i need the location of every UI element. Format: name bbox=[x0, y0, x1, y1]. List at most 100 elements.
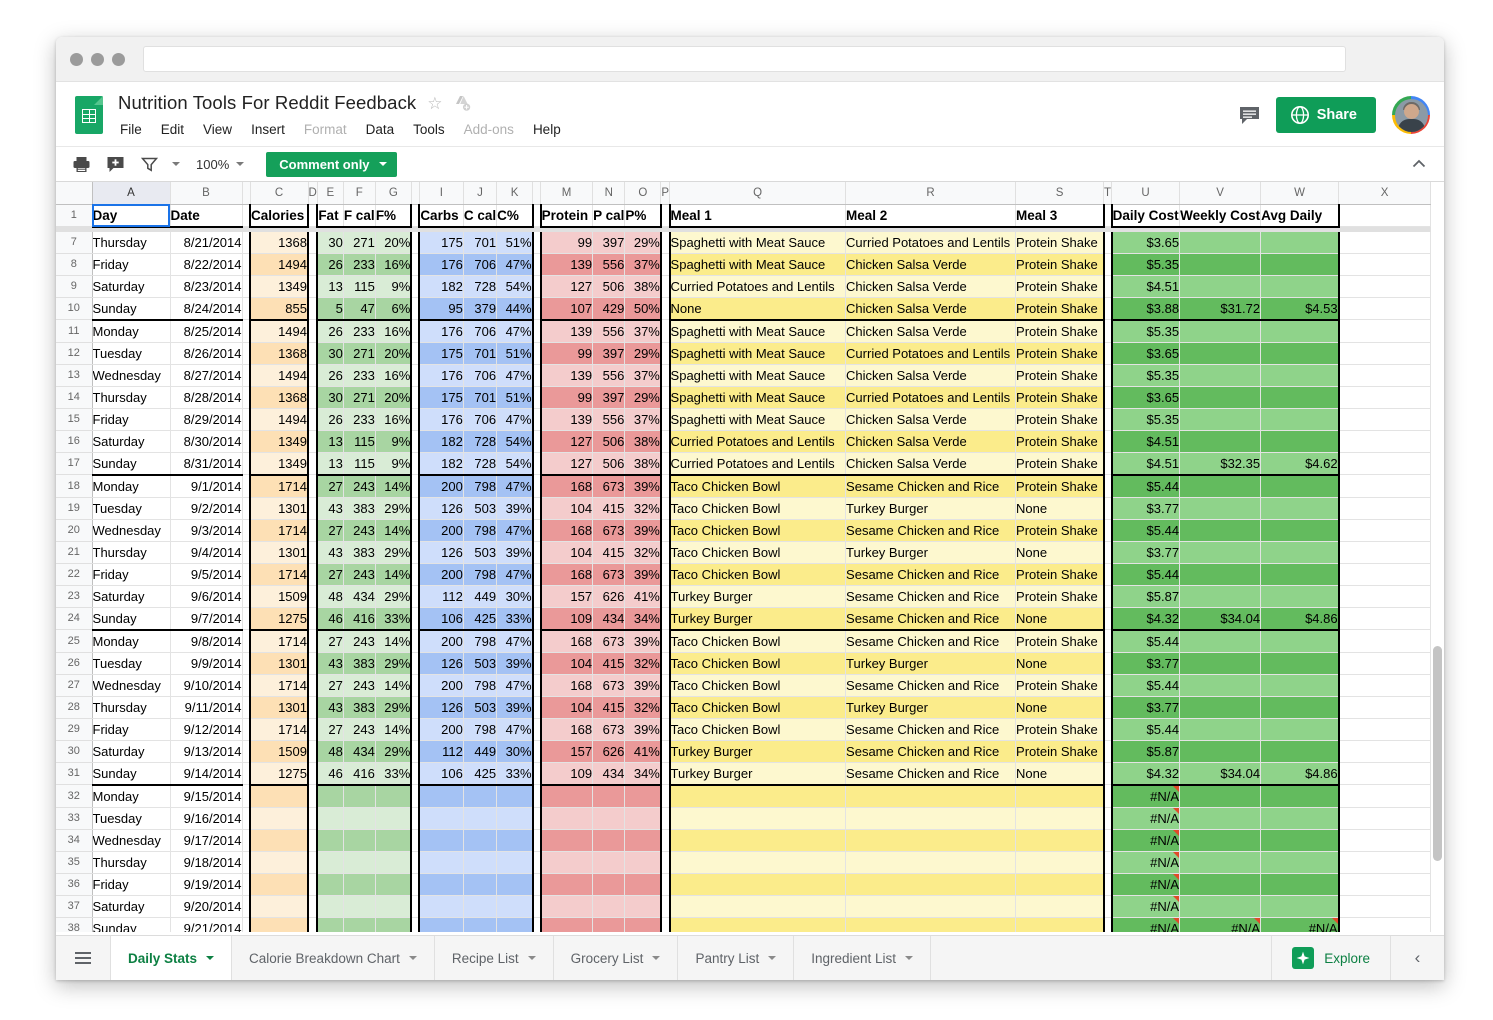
cell-meal3[interactable]: Protein Shake bbox=[1015, 253, 1105, 276]
cell-meal1[interactable]: Taco Chicken Bowl bbox=[668, 519, 847, 542]
cell-fat[interactable]: 27 bbox=[316, 519, 344, 542]
cell-carbs[interactable] bbox=[418, 807, 464, 830]
cell-carb-cal[interactable] bbox=[463, 873, 498, 896]
cell-protein[interactable] bbox=[539, 829, 594, 852]
menu-bar[interactable]: File Edit View Insert Format Data Tools … bbox=[118, 121, 1430, 138]
cell-carbs[interactable]: 176 bbox=[418, 408, 464, 431]
cell-day[interactable]: Thursday bbox=[92, 541, 171, 564]
cell-calories[interactable] bbox=[249, 807, 309, 830]
cell-day[interactable]: Monday bbox=[92, 319, 171, 343]
cell-protein[interactable] bbox=[539, 851, 594, 874]
cell-carbs[interactable] bbox=[418, 895, 464, 918]
empty-cell[interactable] bbox=[1338, 829, 1432, 852]
cell-fat-pct[interactable]: 14% bbox=[375, 563, 413, 586]
sheet-tab-caret-icon[interactable] bbox=[408, 956, 417, 960]
cell-daily-cost[interactable]: $3.65 bbox=[1110, 386, 1181, 409]
row-header[interactable]: 27 bbox=[56, 674, 93, 697]
cell-fat[interactable]: 48 bbox=[316, 585, 344, 608]
cell-day[interactable]: Monday bbox=[92, 629, 171, 653]
cell-meal3[interactable]: Protein Shake bbox=[1015, 585, 1105, 608]
cell-fat[interactable] bbox=[316, 851, 344, 874]
cell-carbs[interactable]: 176 bbox=[418, 364, 464, 387]
cell-carb-cal[interactable]: 798 bbox=[463, 674, 498, 697]
cell-carb-pct[interactable]: 54% bbox=[496, 430, 534, 453]
cell-protein[interactable] bbox=[539, 895, 594, 918]
cell-meal2[interactable]: Sesame Chicken and Rice bbox=[845, 474, 1017, 498]
cell-weekly-cost[interactable] bbox=[1179, 807, 1262, 830]
cell-carb-cal[interactable]: 798 bbox=[463, 629, 498, 653]
cell-meal2[interactable]: Chicken Salsa Verde bbox=[845, 408, 1017, 431]
cell-fat-pct[interactable]: 9% bbox=[375, 275, 413, 298]
cell-carb-cal[interactable]: 728 bbox=[463, 452, 498, 476]
column-header-S[interactable]: S bbox=[1015, 182, 1105, 205]
cell-weekly-cost[interactable] bbox=[1179, 541, 1262, 564]
cell-fat[interactable]: 43 bbox=[316, 541, 344, 564]
cell-meal3[interactable]: None bbox=[1015, 652, 1105, 675]
cell-date[interactable]: 8/26/2014 bbox=[170, 342, 243, 365]
cell-carb-pct[interactable]: 47% bbox=[496, 319, 534, 343]
cell-protein-pct[interactable]: 39% bbox=[624, 563, 662, 586]
cell-carbs[interactable]: 176 bbox=[418, 319, 464, 343]
cell-calories[interactable]: 1275 bbox=[249, 607, 309, 631]
cell-day[interactable]: Friday bbox=[92, 718, 171, 741]
cell-protein-pct[interactable]: 32% bbox=[624, 497, 662, 520]
cell-fat-cal[interactable] bbox=[343, 851, 376, 874]
cell-date[interactable]: 9/15/2014 bbox=[170, 784, 243, 808]
cell-fat[interactable]: 27 bbox=[316, 474, 344, 498]
cell-avg-daily[interactable] bbox=[1260, 563, 1340, 586]
cell-meal1[interactable]: Curried Potatoes and Lentils bbox=[668, 275, 847, 298]
cell-avg-daily[interactable] bbox=[1260, 319, 1340, 343]
table-row[interactable]: 24 Sunday 9/7/2014 1275 46 416 33% 106 425 33% 109… bbox=[56, 607, 1432, 631]
cell-avg-daily[interactable] bbox=[1260, 253, 1340, 276]
cell-protein-pct[interactable] bbox=[624, 807, 662, 830]
cell-fat-cal[interactable]: 243 bbox=[343, 474, 376, 498]
cell-protein-pct[interactable] bbox=[624, 829, 662, 852]
cell-protein[interactable]: 157 bbox=[539, 740, 594, 763]
cell-meal2[interactable]: Chicken Salsa Verde bbox=[845, 297, 1017, 321]
cell-avg-daily[interactable] bbox=[1260, 430, 1340, 453]
cell-carb-cal[interactable] bbox=[463, 807, 498, 830]
cell-protein-cal[interactable]: 434 bbox=[592, 607, 626, 631]
cell-daily-cost[interactable]: $5.35 bbox=[1110, 364, 1181, 387]
cell-carb-pct[interactable]: 51% bbox=[496, 342, 534, 365]
cell-protein-cal[interactable] bbox=[592, 807, 626, 830]
cell-weekly-cost[interactable] bbox=[1179, 231, 1262, 254]
row-header[interactable]: 35 bbox=[56, 851, 93, 874]
cell-date[interactable]: 9/2/2014 bbox=[170, 497, 243, 520]
cell-protein[interactable]: 127 bbox=[539, 275, 594, 298]
cell-calories[interactable]: 1714 bbox=[249, 629, 309, 653]
cell-meal3[interactable]: Protein Shake bbox=[1015, 740, 1105, 763]
column-header-W[interactable]: W bbox=[1260, 182, 1340, 205]
cell-fat-pct[interactable]: 33% bbox=[375, 607, 413, 631]
row-header[interactable]: 20 bbox=[56, 519, 93, 542]
cell-carbs[interactable]: 95 bbox=[418, 297, 464, 321]
cell-avg-daily[interactable] bbox=[1260, 873, 1340, 896]
cell-meal2[interactable]: Curried Potatoes and Lentils bbox=[845, 342, 1017, 365]
cell-meal1[interactable]: Taco Chicken Bowl bbox=[668, 696, 847, 719]
cell-weekly-cost[interactable] bbox=[1179, 696, 1262, 719]
cell-daily-cost[interactable]: $5.44 bbox=[1110, 519, 1181, 542]
cell-weekly-cost[interactable] bbox=[1179, 519, 1262, 542]
menu-help[interactable]: Help bbox=[531, 121, 563, 138]
cell-fat[interactable] bbox=[316, 784, 344, 808]
cell-carb-cal[interactable]: 798 bbox=[463, 563, 498, 586]
cell-daily-cost[interactable]: $4.51 bbox=[1110, 452, 1181, 476]
cell-meal3[interactable]: Protein Shake bbox=[1015, 519, 1105, 542]
cell-fat[interactable]: 46 bbox=[316, 762, 344, 786]
cell-protein-pct[interactable]: 39% bbox=[624, 718, 662, 741]
cell-weekly-cost[interactable] bbox=[1179, 319, 1262, 343]
cell-fat-pct[interactable]: 29% bbox=[375, 585, 413, 608]
cell-carb-pct[interactable] bbox=[496, 895, 534, 918]
empty-cell[interactable] bbox=[1338, 696, 1432, 719]
sheet-tab-pantry-list[interactable]: Pantry List bbox=[677, 936, 793, 980]
cell-meal3[interactable] bbox=[1015, 851, 1105, 874]
cell-day[interactable]: Thursday bbox=[92, 696, 171, 719]
cell-fat[interactable]: 43 bbox=[316, 497, 344, 520]
cell-calories[interactable]: 1301 bbox=[249, 652, 309, 675]
table-row[interactable]: 35 Thursday 9/18/2014 #N/A bbox=[56, 851, 1432, 874]
cell-protein-cal[interactable] bbox=[592, 895, 626, 918]
spreadsheet-grid[interactable]: A B C D E F G I J K M N O P Q R S T U V … bbox=[56, 182, 1444, 932]
cell-daily-cost[interactable]: $3.65 bbox=[1110, 342, 1181, 365]
cell-carb-pct[interactable]: 51% bbox=[496, 386, 534, 409]
cell-protein-cal[interactable] bbox=[592, 873, 626, 896]
